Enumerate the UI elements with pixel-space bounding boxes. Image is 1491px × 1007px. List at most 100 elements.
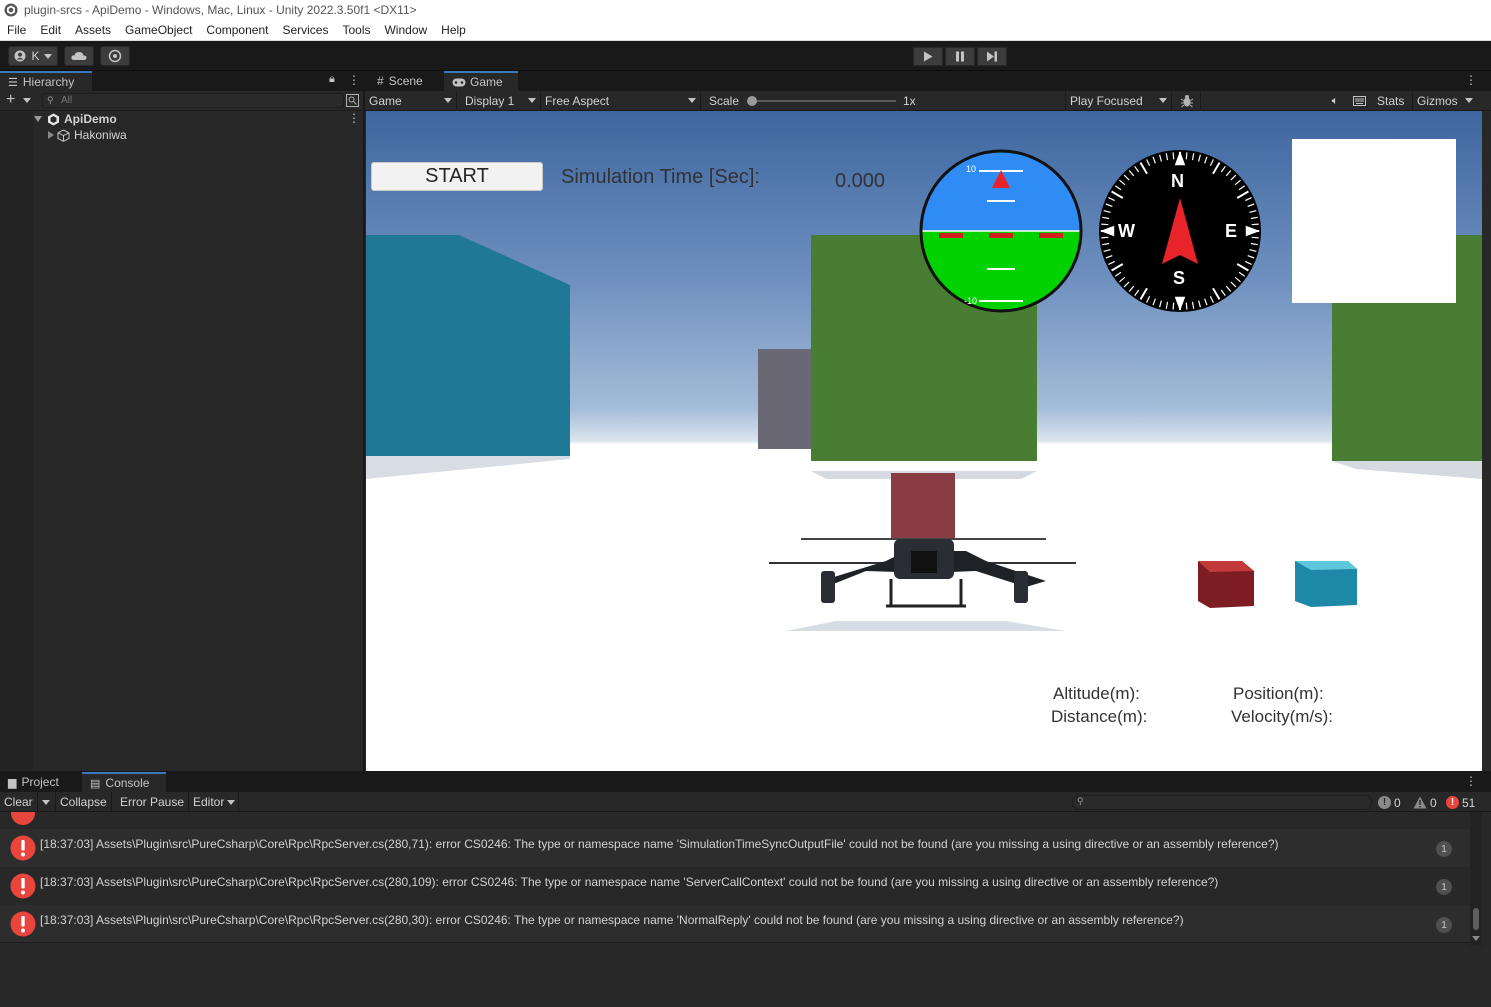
menu-edit[interactable]: Edit [33,23,68,37]
scene-menu-icon[interactable]: ⋮ [348,111,360,125]
chevron-down-icon [444,98,452,103]
compass-east: E [1225,221,1238,241]
sim-time-label: Simulation Time [Sec]: [561,166,760,188]
attitude-indicator [919,149,1083,313]
panel-menu-icon[interactable]: ⋮ [1465,73,1477,87]
warning-count: 0 [1430,795,1437,810]
play-button[interactable] [913,47,943,66]
gizmos-dropdown[interactable]: Gizmos [1413,91,1477,111]
console-search-input[interactable]: ⚲ [1072,795,1372,810]
tab-scene-label: Scene [388,74,423,88]
stats-button[interactable]: Stats [1373,91,1413,111]
menu-assets[interactable]: Assets [68,23,118,37]
scale-slider-track[interactable] [750,100,896,102]
hash-grid-icon: # [377,74,384,88]
panel-menu-icon[interactable]: ⋮ [348,73,360,87]
hierarchy-panel: ☰ Hierarchy 🔒︎ ⋮ + ⚲ All ApiDemo ⋮ Hakon… [0,71,364,771]
chevron-down-icon [43,53,52,59]
menu-file[interactable]: File [0,23,33,37]
tab-game-label: Game [470,75,503,89]
menu-services[interactable]: Services [275,23,335,37]
play-mode-label: Play Focused [1070,94,1143,108]
menu-window[interactable]: Window [377,23,434,37]
play-mode-dropdown[interactable]: Play Focused [1065,91,1172,111]
account-dropdown[interactable]: K [8,46,58,66]
mute-audio-button[interactable]: 🔈︎ [1323,91,1347,111]
warning-count-toggle[interactable]: 0 [1413,795,1437,810]
drone-model [769,538,1076,631]
folder-icon: ▆ [8,776,17,789]
log-message: [18:37:03] Assets\Plugin\src\PureCsharp\… [40,837,1279,851]
log-row[interactable]: [18:37:03] Assets\Plugin\src\PureCsharp\… [0,905,1470,943]
attitude-top-label: 10 [966,164,977,174]
scroll-down-icon[interactable] [1472,936,1480,941]
menu-help[interactable]: Help [434,23,473,37]
bug-button[interactable] [1173,91,1201,111]
lock-icon[interactable]: 🔒︎ [329,73,335,86]
console-scrollbar[interactable] [1470,812,1482,946]
chevron-down-icon [528,98,536,103]
step-button[interactable] [977,47,1007,66]
chevron-down-icon [1465,98,1473,103]
start-button[interactable]: START [371,162,543,191]
compass-north: N [1171,171,1184,191]
tab-game[interactable]: Game [444,71,518,91]
clear-options-dropdown[interactable] [38,792,56,812]
hierarchy-item-hakoniwa[interactable]: Hakoniwa [48,127,348,143]
tab-console[interactable]: ▤ Console [82,772,166,792]
clear-button[interactable]: Clear [0,792,38,812]
expand-arrow-icon[interactable] [34,116,42,122]
error-pause-button[interactable]: Error Pause [116,792,190,812]
panel-menu-icon[interactable]: ⋮ [1465,774,1477,788]
info-count-toggle[interactable]: ! 0 [1378,795,1401,810]
hierarchy-list-icon: ☰ [8,76,18,89]
info-count: 0 [1394,795,1401,810]
viewport-margin [1482,111,1491,771]
collapsed-arrow-icon[interactable] [48,131,54,139]
step-icon [987,51,997,62]
game-viewport[interactable]: START Simulation Time [Sec]: 0.000 10 -1… [366,111,1482,771]
console-tabbar: ▆ Project ▤ Console ⋮ [0,772,1491,792]
pause-button[interactable] [945,47,975,66]
compass-tick [1185,302,1188,310]
chevron-down-icon [42,799,50,805]
add-icon[interactable]: + [6,91,15,109]
scale-slider-handle[interactable] [747,96,757,106]
compass-tick [1101,223,1109,226]
tab-hierarchy[interactable]: ☰ Hierarchy [0,71,92,91]
collapse-button[interactable]: Collapse [56,792,112,812]
search-filter-icon[interactable] [346,94,359,107]
console-panel: ▆ Project ▤ Console ⋮ Clear Collapse Err… [0,771,1491,1007]
search-icon: ⚲ [1077,796,1084,806]
menu-bar: File Edit Assets GameObject Component Se… [0,20,1491,41]
chevron-down-icon[interactable] [23,98,31,103]
display-dropdown[interactable]: Display 1 [461,91,541,111]
collab-button[interactable] [100,46,130,66]
aspect-dropdown[interactable]: Free Aspect [541,91,701,111]
cloud-button[interactable] [64,46,94,66]
scene-row-apidemo[interactable]: ApiDemo ⋮ [34,111,362,127]
pause-icon [956,51,964,62]
error-count-toggle[interactable]: ! 51 [1446,795,1475,810]
error-icon [10,873,36,899]
keyboard-icon [1352,96,1366,106]
log-row-partial[interactable] [0,812,1470,828]
hierarchy-search-input[interactable]: ⚲ All [42,93,344,108]
menu-component[interactable]: Component [199,23,275,37]
scrollbar-thumb[interactable] [1473,908,1479,930]
shortcuts-button[interactable] [1347,91,1371,111]
tab-project[interactable]: ▆ Project [0,772,80,792]
compass-tick [1101,236,1109,239]
collapse-label: Collapse [60,795,107,809]
menu-tools[interactable]: Tools [335,23,377,37]
log-row[interactable]: [18:37:03] Assets\Plugin\src\PureCsharp\… [0,829,1470,867]
chevron-down-icon [1159,98,1167,103]
game-view-panel: # Scene Game ⋮ Game Display 1 Free Aspec… [365,71,1491,771]
tab-scene[interactable]: # Scene [369,71,441,91]
log-count-badge: 1 [1436,917,1452,933]
log-message: [18:37:03] Assets\Plugin\src\PureCsharp\… [40,913,1184,927]
game-mode-dropdown[interactable]: Game [365,91,457,111]
log-row[interactable]: [18:37:03] Assets\Plugin\src\PureCsharp\… [0,867,1470,905]
editor-dropdown[interactable]: Editor [189,792,239,812]
menu-gameobject[interactable]: GameObject [118,23,199,37]
